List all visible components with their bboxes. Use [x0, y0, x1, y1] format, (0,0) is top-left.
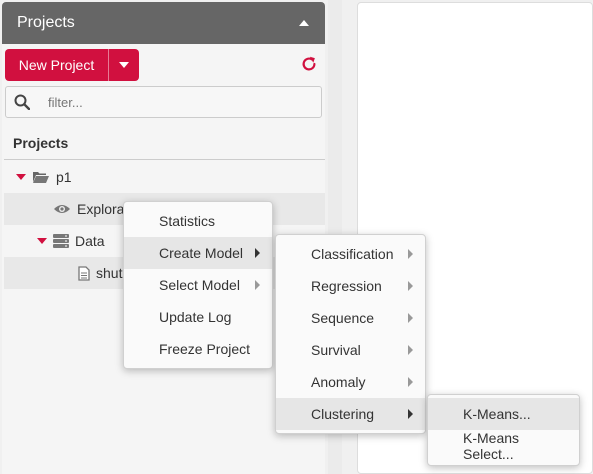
context-menu: Statistics Create Model Select Model Upd…: [123, 201, 273, 369]
section-title: Projects: [13, 135, 69, 151]
menu-item-statistics[interactable]: Statistics: [124, 205, 272, 237]
submenu-arrow-icon: [408, 313, 413, 323]
submenu-arrow-icon: [408, 249, 413, 259]
section-divider: [4, 159, 325, 160]
menu-item-regression[interactable]: Regression: [276, 270, 425, 302]
menu-item-classification[interactable]: Classification: [276, 238, 425, 270]
menu-item-survival[interactable]: Survival: [276, 334, 425, 366]
new-project-button[interactable]: New Project: [5, 49, 109, 81]
expand-caret-icon[interactable]: [37, 238, 47, 244]
submenu-arrow-icon: [408, 345, 413, 355]
menu-item-label: Freeze Project: [159, 341, 251, 357]
menu-item-update-log[interactable]: Update Log: [124, 301, 272, 333]
folder-open-icon: [33, 172, 49, 183]
caret-down-icon: [119, 62, 129, 68]
tree-item-label: Data: [75, 233, 105, 249]
create-model-submenu: Classification Regression Sequence Survi…: [275, 234, 426, 434]
eye-icon: [54, 205, 70, 213]
refresh-icon[interactable]: [300, 55, 318, 73]
menu-item-label: Clustering: [311, 406, 375, 422]
menu-item-anomaly[interactable]: Anomaly: [276, 366, 425, 398]
tree-item-label: shut: [96, 265, 123, 281]
menu-item-label: Survival: [311, 342, 361, 358]
menu-item-select-model[interactable]: Select Model: [124, 269, 272, 301]
menu-item-label: Statistics: [159, 213, 216, 229]
tree-item-label: Explorat: [77, 201, 129, 217]
submenu-arrow-icon: [408, 377, 413, 387]
menu-item-label: K-Means Select...: [463, 430, 520, 462]
tree-item-label: p1: [56, 169, 72, 185]
menu-item-k-means[interactable]: K-Means...: [428, 398, 579, 430]
menu-item-label: Regression: [311, 278, 382, 294]
expand-caret-icon[interactable]: [16, 174, 26, 180]
menu-item-label: Create Model: [159, 245, 244, 261]
menu-item-create-model[interactable]: Create Model: [124, 237, 272, 269]
menu-item-clustering[interactable]: Clustering: [276, 398, 425, 430]
tree-item-p1[interactable]: p1: [4, 161, 325, 193]
filter-input[interactable]: [48, 94, 308, 110]
panel-toolbar: New Project: [5, 49, 322, 81]
menu-item-label: K-Means...: [463, 406, 531, 422]
collapse-caret-icon[interactable]: [299, 20, 309, 26]
submenu-arrow-icon: [408, 409, 413, 419]
menu-item-label: Sequence: [311, 310, 375, 326]
file-icon: [78, 265, 90, 281]
search-icon: [14, 94, 30, 110]
menu-item-label: Update Log: [159, 309, 232, 325]
menu-item-k-means-select[interactable]: K-Means Select...: [428, 430, 579, 462]
menu-item-freeze-project[interactable]: Freeze Project: [124, 333, 272, 365]
filter-field[interactable]: [5, 86, 322, 118]
submenu-arrow-icon: [255, 280, 260, 290]
panel-header[interactable]: Projects: [2, 2, 325, 44]
panel-title: Projects: [17, 14, 75, 31]
submenu-arrow-icon: [255, 248, 260, 258]
clustering-submenu: K-Means... K-Means Select...: [427, 394, 580, 466]
menu-item-label: Anomaly: [311, 374, 366, 390]
submenu-arrow-icon: [408, 281, 413, 291]
menu-item-label: Select Model: [159, 277, 240, 293]
new-project-button-group: New Project: [5, 49, 139, 81]
menu-item-label: Classification: [311, 246, 394, 262]
menu-item-sequence[interactable]: Sequence: [276, 302, 425, 334]
new-project-dropdown-button[interactable]: [109, 49, 139, 81]
database-icon: [53, 234, 69, 248]
